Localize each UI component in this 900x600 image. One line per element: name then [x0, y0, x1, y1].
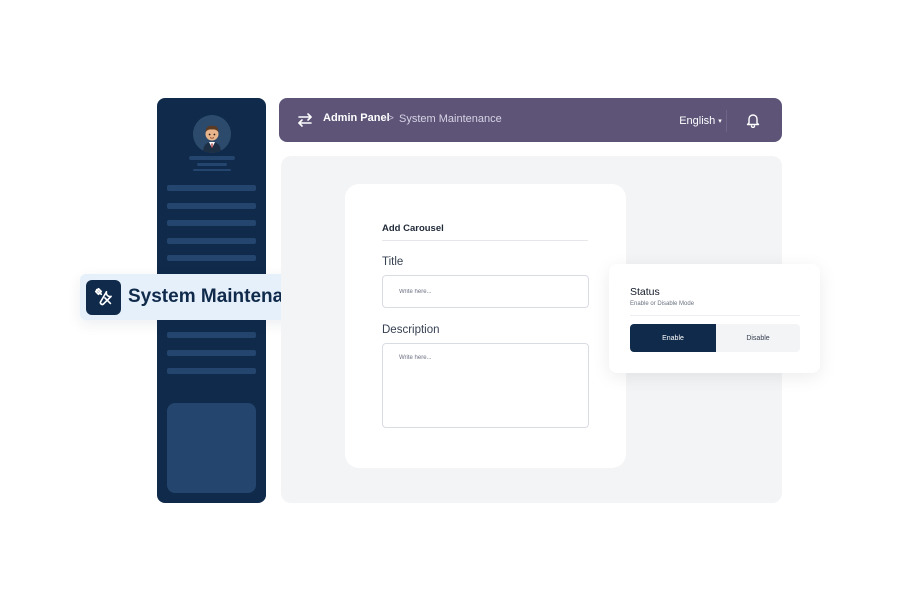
language-select[interactable]: English ▾ — [675, 110, 727, 132]
sidebar-item[interactable] — [167, 350, 256, 356]
swap-arrows-icon[interactable] — [296, 111, 314, 129]
status-subtitle: Enable or Disable Mode — [630, 301, 695, 307]
sidebar-item[interactable] — [167, 238, 256, 244]
breadcrumb-separator: > — [388, 113, 394, 124]
sidebar-bottom-card — [167, 403, 256, 493]
user-avatar-icon[interactable] — [193, 115, 231, 153]
language-selected: English — [679, 115, 716, 127]
sidebar-item[interactable] — [167, 220, 256, 226]
sidebar-item[interactable] — [167, 255, 256, 261]
disable-button[interactable]: Disable — [716, 324, 800, 352]
form-heading: Add Carousel — [382, 223, 444, 234]
breadcrumb-admin-panel[interactable]: Admin Panel — [323, 112, 390, 124]
description-input[interactable] — [382, 343, 589, 428]
breadcrumb-current: System Maintenance — [399, 113, 502, 125]
bell-icon[interactable] — [746, 112, 760, 128]
sidebar-item[interactable] — [167, 368, 256, 374]
chevron-down-icon: ▾ — [718, 118, 722, 125]
sidebar-item[interactable] — [167, 185, 256, 191]
status-title: Status — [630, 286, 660, 298]
avatar-illustration — [193, 115, 231, 153]
sidebar-name-placeholder — [189, 156, 235, 160]
description-label: Description — [382, 324, 440, 336]
sidebar-role-placeholder — [197, 163, 227, 166]
title-input[interactable] — [382, 275, 589, 308]
sidebar-item[interactable] — [167, 332, 256, 338]
sidebar-item[interactable] — [167, 203, 256, 209]
divider — [630, 315, 800, 316]
status-card: Status Enable or Disable Mode Enable Dis… — [609, 264, 820, 373]
add-carousel-card: Add Carousel Title Description — [345, 184, 626, 468]
title-label: Title — [382, 256, 404, 268]
divider — [382, 240, 588, 241]
enable-button[interactable]: Enable — [630, 324, 716, 352]
sidebar-email-placeholder — [193, 169, 231, 171]
tools-icon — [86, 279, 121, 315]
top-bar: Admin Panel > System Maintenance English… — [279, 98, 782, 142]
